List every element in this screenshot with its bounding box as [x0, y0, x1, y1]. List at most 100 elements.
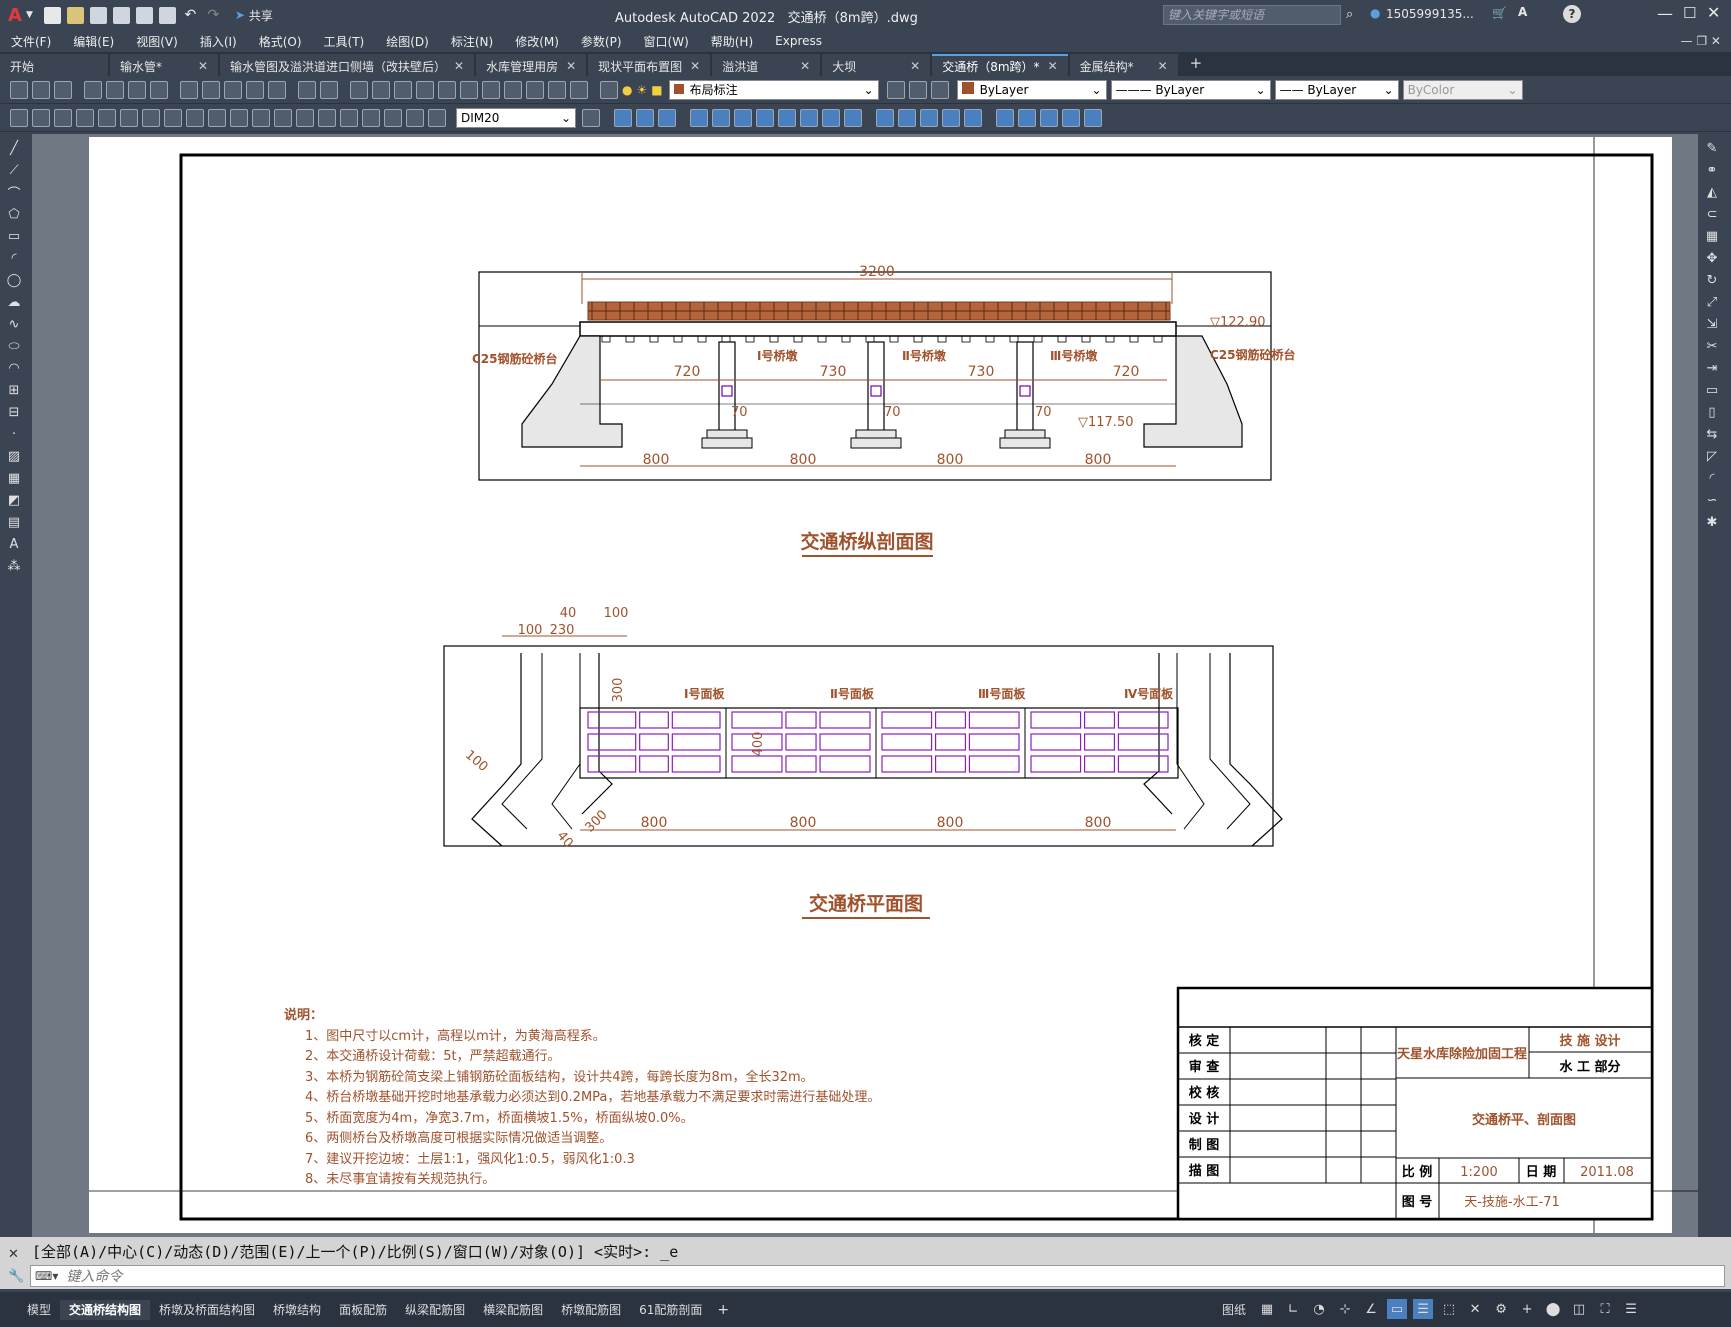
- line-icon[interactable]: ╱: [4, 138, 24, 158]
- viewport-icon[interactable]: ▭: [1387, 1299, 1408, 1319]
- modify-7-icon[interactable]: [756, 108, 774, 127]
- lock-icon[interactable]: ■: [651, 83, 662, 97]
- open-icon[interactable]: [32, 80, 50, 99]
- search-icon[interactable]: ⌕: [1346, 7, 1353, 22]
- save-icon[interactable]: [89, 6, 107, 24]
- copy-icon[interactable]: [202, 80, 220, 99]
- preview-icon[interactable]: [106, 80, 124, 99]
- dim-aligned-icon[interactable]: [32, 108, 50, 127]
- tab-8[interactable]: 金属结构* ✕: [1069, 54, 1178, 76]
- layer-properties-icon[interactable]: [600, 80, 618, 99]
- dim-arc-icon[interactable]: [54, 108, 72, 127]
- modify-5-icon[interactable]: [712, 108, 730, 127]
- tab-7[interactable]: 交通桥（8m跨）* ✕: [932, 54, 1068, 76]
- dim-jogged-icon[interactable]: [120, 108, 138, 127]
- menu-item-5[interactable]: 工具(T): [313, 33, 376, 50]
- share-icon[interactable]: ➤: [235, 8, 245, 22]
- snap-icon[interactable]: ∟: [1283, 1299, 1303, 1319]
- settings-icon[interactable]: ⚙: [1491, 1299, 1511, 1319]
- dim-linear-icon[interactable]: [10, 108, 28, 127]
- zoom-realtime-icon[interactable]: [372, 80, 390, 99]
- undo-icon-2[interactable]: [298, 80, 316, 99]
- modify-1-icon[interactable]: [614, 108, 632, 127]
- menu-item-7[interactable]: 标注(N): [440, 33, 504, 50]
- layout-tab-1[interactable]: 交通桥结构图: [60, 1299, 151, 1320]
- layer-previous-icon[interactable]: [908, 80, 927, 99]
- dim-radius-icon[interactable]: [98, 108, 116, 127]
- customize-icon[interactable]: 🔧: [8, 1269, 24, 1284]
- layout-tab-6[interactable]: 横梁配筋图: [474, 1300, 552, 1320]
- ellipse-icon[interactable]: ⬭: [4, 336, 24, 356]
- redo-icon[interactable]: ↷: [205, 7, 222, 24]
- web-mobile-icon[interactable]: [135, 6, 153, 24]
- save-as-icon[interactable]: [112, 6, 130, 24]
- tab-2[interactable]: 输水管图及溢洪道进口侧墙（改扶壁后） ✕: [220, 54, 475, 76]
- design-center-icon[interactable]: [460, 80, 478, 99]
- modify-13-icon[interactable]: [898, 108, 916, 127]
- new-icon[interactable]: [10, 80, 28, 99]
- polar-icon[interactable]: ◔: [1309, 1299, 1329, 1319]
- menu-item-4[interactable]: 格式(O): [248, 33, 313, 50]
- customize-status-icon[interactable]: ☰: [1621, 1299, 1641, 1319]
- dim-angular-icon[interactable]: [164, 108, 182, 127]
- array-icon[interactable]: ▦: [1702, 226, 1722, 246]
- angle-icon[interactable]: ∠: [1361, 1299, 1381, 1319]
- save-icon-2[interactable]: [54, 80, 72, 99]
- tab-close-icon[interactable]: ✕: [690, 59, 700, 73]
- menu-item-2[interactable]: 视图(V): [125, 33, 189, 50]
- move-icon[interactable]: ✥: [1702, 248, 1722, 268]
- tab-close-icon[interactable]: ✕: [454, 59, 464, 73]
- layer-state-icon[interactable]: [930, 80, 949, 99]
- redo-icon-2[interactable]: [320, 80, 338, 99]
- chevron-down-icon[interactable]: ▼: [26, 10, 33, 20]
- trim-icon[interactable]: ✂: [1702, 336, 1722, 356]
- rectangle-icon[interactable]: ▭: [4, 226, 24, 246]
- arc-icon[interactable]: ◜: [4, 248, 24, 268]
- menu-item-8[interactable]: 修改(M): [504, 33, 570, 50]
- dim-update-icon[interactable]: [428, 108, 446, 127]
- dim-style-icon[interactable]: [582, 108, 600, 127]
- open-file-icon[interactable]: [66, 6, 84, 24]
- rotate-icon[interactable]: ↻: [1702, 270, 1722, 290]
- fillet-icon[interactable]: ◜: [1702, 468, 1722, 488]
- 3d-print-icon[interactable]: [150, 80, 168, 99]
- tab-0[interactable]: 开始: [0, 54, 108, 76]
- selection-icon[interactable]: ⬚: [1439, 1299, 1459, 1319]
- command-prompt-icon[interactable]: ⌨▾: [35, 1269, 58, 1283]
- menu-item-3[interactable]: 插入(I): [189, 33, 248, 50]
- tab-1[interactable]: 输水管* ✕: [110, 54, 218, 76]
- doc-window-controls[interactable]: — ❐ ✕: [1681, 34, 1721, 48]
- tab-close-icon[interactable]: ✕: [566, 59, 576, 73]
- layout-tab-8[interactable]: 61配筋剖面: [630, 1300, 711, 1320]
- dim-break-icon[interactable]: [274, 108, 292, 127]
- break-icon[interactable]: ▯: [1702, 402, 1722, 422]
- dim-text-edit-icon[interactable]: [406, 108, 424, 127]
- erase-icon[interactable]: ✎: [1702, 138, 1722, 158]
- copy-object-icon[interactable]: ⚭: [1702, 160, 1722, 180]
- modify-21-icon[interactable]: [1084, 108, 1102, 127]
- region-icon[interactable]: ◩: [4, 490, 24, 510]
- drawing-canvas[interactable]: 3200 720 730 730 720 800 800 800 800 70 …: [32, 134, 1698, 1237]
- bulb-icon[interactable]: ●: [622, 83, 632, 97]
- revcloud-icon[interactable]: ☁: [4, 292, 24, 312]
- layout-tab-2[interactable]: 桥墩及桥面结构图: [150, 1300, 264, 1320]
- zoom-previous-icon[interactable]: [416, 80, 434, 99]
- menu-item-0[interactable]: 文件(F): [0, 33, 62, 50]
- modify-9-icon[interactable]: [800, 108, 818, 127]
- help-icon-2[interactable]: [570, 80, 588, 99]
- center-mark-icon[interactable]: [318, 108, 336, 127]
- menu-item-9[interactable]: 参数(P): [570, 33, 633, 50]
- paste-icon[interactable]: [224, 80, 242, 99]
- close-command-icon[interactable]: ✕: [8, 1247, 19, 1262]
- chamfer-icon[interactable]: ◸: [1702, 446, 1722, 466]
- menu-item-10[interactable]: 窗口(W): [633, 33, 700, 50]
- lineweight-dropdown[interactable]: —— ByLayer ⌄: [1274, 79, 1399, 100]
- ellipse-arc-icon[interactable]: ◠: [4, 358, 24, 378]
- color-dropdown[interactable]: ByLayer ⌄: [956, 79, 1107, 100]
- modify-19-icon[interactable]: [1040, 108, 1058, 127]
- offset-icon[interactable]: ⊂: [1702, 204, 1722, 224]
- brush-icon[interactable]: [268, 80, 286, 99]
- tab-5[interactable]: 溢洪道 ✕: [712, 54, 821, 76]
- modify-18-icon[interactable]: [1018, 108, 1036, 127]
- a360-icon[interactable]: A: [1518, 5, 1527, 19]
